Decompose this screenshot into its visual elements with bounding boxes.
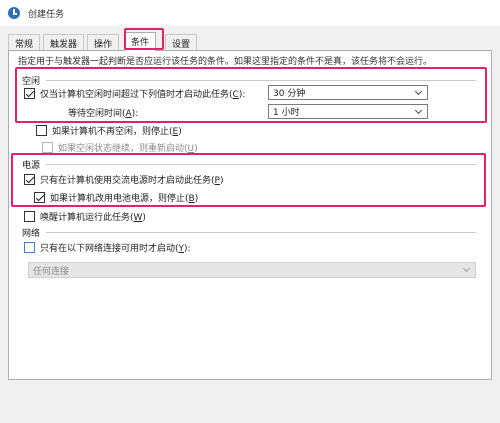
chevron-down-icon — [462, 264, 471, 273]
restart-if-idle-row: 如果空闲状态继续，则重新启动(U) — [42, 141, 198, 154]
stop-on-battery-checkbox[interactable] — [34, 192, 45, 203]
chevron-down-icon — [414, 87, 423, 96]
tab-triggers[interactable]: 触发器 — [43, 34, 85, 50]
wait-time-select[interactable]: 1 小时 — [268, 104, 428, 119]
network-connection-select: 任何连接 — [28, 262, 476, 278]
window-title: 创建任务 — [28, 9, 65, 20]
section-divider — [46, 80, 477, 81]
title-bar: 创建任务 — [0, 0, 500, 26]
restart-if-idle-checkbox — [42, 142, 53, 153]
wake-row[interactable]: 唤醒计算机运行此任务(W) — [24, 210, 146, 223]
tab-general[interactable]: 常规 — [8, 34, 41, 50]
network-section-title: 网络 — [22, 229, 41, 239]
chevron-down-icon — [414, 106, 423, 115]
idle-start-row[interactable]: 仅当计算机空闲时间超过下列值时才启动此任务(C): — [24, 87, 245, 100]
ac-only-row[interactable]: 只有在计算机使用交流电源时才启动此任务(P) — [24, 173, 223, 186]
intro-text: 指定用于与触发器一起判断是否应运行该任务的条件。如果这里指定的条件不是真，该任务… — [18, 57, 433, 67]
ac-only-checkbox[interactable] — [24, 174, 35, 185]
create-task-dialog: 创建任务 常规 触发器 操作 条件 设置 指定用于与触发器一起判断是否应运行该任… — [0, 0, 500, 423]
stop-if-not-idle-checkbox[interactable] — [36, 125, 47, 136]
idle-section-title: 空闲 — [22, 77, 41, 87]
tab-actions[interactable]: 操作 — [87, 34, 120, 50]
wake-checkbox[interactable] — [24, 211, 35, 222]
tab-conditions[interactable]: 条件 — [124, 32, 157, 51]
section-divider — [46, 232, 477, 233]
tab-strip: 常规 触发器 操作 条件 设置 — [8, 32, 492, 51]
start-only-if-network-checkbox[interactable] — [24, 242, 35, 253]
stop-on-battery-row[interactable]: 如果计算机改用电池电源，则停止(B) — [34, 191, 198, 204]
power-section-header: 电源 — [22, 158, 477, 171]
section-divider — [46, 164, 477, 165]
power-section-title: 电源 — [22, 161, 41, 171]
clock-icon — [8, 7, 20, 19]
wait-label: 等待空闲时间(A): — [68, 109, 139, 119]
start-only-if-idle-checkbox[interactable] — [24, 88, 35, 99]
network-section-header: 网络 — [22, 226, 477, 239]
idle-time-select[interactable]: 30 分钟 — [268, 85, 428, 100]
tab-settings[interactable]: 设置 — [165, 34, 198, 50]
stop-if-not-idle-row[interactable]: 如果计算机不再空闲，则停止(E) — [36, 124, 182, 137]
network-row[interactable]: 只有在以下网络连接可用时才启动(Y): — [24, 241, 191, 254]
